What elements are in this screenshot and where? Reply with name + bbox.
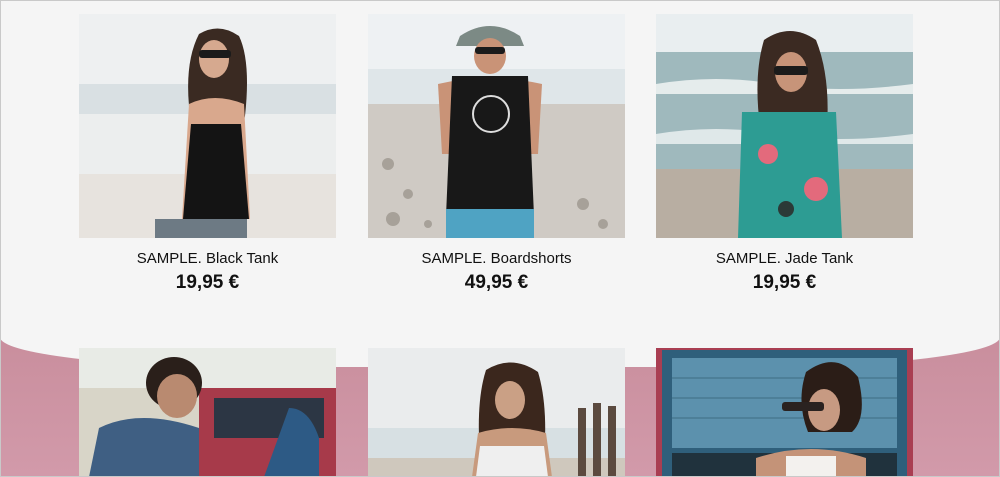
product-price: 19,95 € [175,272,240,293]
product-name[interactable]: SAMPLE. Boardshorts [368,250,625,267]
product-image-jade-tank[interactable] [656,14,913,238]
product-image-boardshorts[interactable] [368,14,625,238]
product-price: 49,95 € [464,272,529,293]
product-name[interactable]: SAMPLE. Jade Tank [656,250,913,267]
product-name[interactable]: SAMPLE. Black Tank [79,250,336,267]
product-image-black-tank[interactable] [79,14,336,238]
product-image-6[interactable] [656,348,913,477]
product-image-5[interactable] [368,348,625,477]
product-grid: SAMPLE. Black Tank 19,95 € SAMPLE. Board… [0,0,1000,477]
product-image-4[interactable] [79,348,336,477]
product-price: 19,95 € [752,272,817,293]
